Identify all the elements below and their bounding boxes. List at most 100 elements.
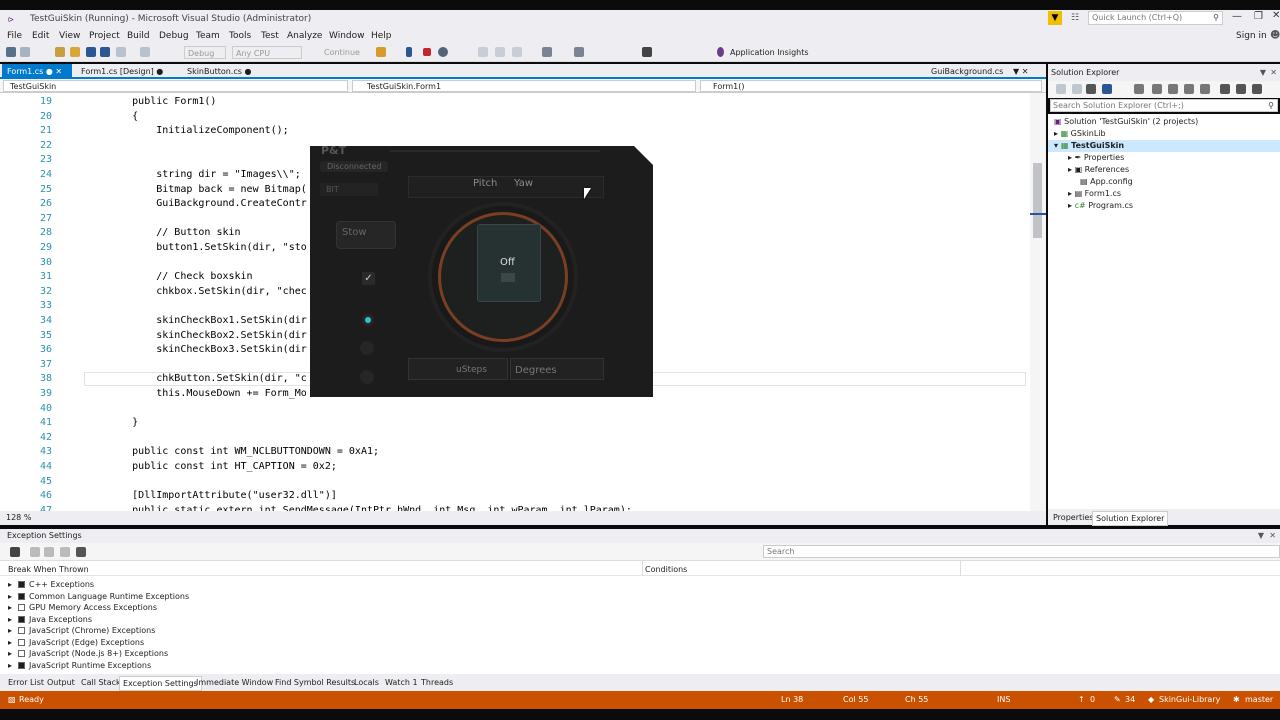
code-line[interactable]: public const int WM_NCLBUTTONDOWN = 0xA1… [84, 446, 379, 457]
project-dropdown[interactable]: TestGuiSkin [3, 80, 348, 92]
application-insights-button[interactable]: Application Insights [730, 46, 809, 59]
code-line[interactable]: InitializeComponent(); [84, 125, 288, 136]
exception-checkbox[interactable] [18, 638, 26, 646]
minimize-button[interactable]: — [1232, 11, 1242, 22]
tab-exception-settings[interactable]: Exception Settings [119, 676, 202, 691]
code-line[interactable]: skinCheckBox2.SetSkin(dir [84, 330, 307, 341]
tab-output[interactable]: Output [44, 676, 78, 689]
tab-threads[interactable]: Threads [418, 676, 456, 689]
code-line[interactable]: string dir = "Images\\"; [84, 169, 301, 180]
config-dropdown[interactable]: Debug [184, 46, 226, 59]
exception-checkbox[interactable] [18, 661, 26, 669]
expand-icon[interactable]: ▸ [8, 638, 12, 647]
code-line[interactable]: GuiBackground.CreateContr [84, 198, 307, 209]
tree-item-gskinlib[interactable]: ▸ ▦ GSkinLib [1054, 128, 1106, 140]
restore-button[interactable]: ❐ [1254, 11, 1263, 22]
menu-edit[interactable]: Edit [32, 31, 49, 41]
target-icon[interactable] [376, 47, 386, 57]
expand-icon[interactable]: ▸ [8, 603, 12, 612]
exception-checkbox[interactable] [18, 581, 26, 588]
continue-button[interactable]: Continue [314, 46, 360, 59]
menu-file[interactable]: File [7, 31, 22, 41]
degrees-button[interactable]: Degrees [510, 358, 604, 380]
solution-search-input[interactable]: Search Solution Explorer (Ctrl+;) ⚲ [1050, 99, 1278, 112]
step-over-icon[interactable] [495, 47, 505, 57]
back-icon[interactable] [6, 47, 16, 57]
check-mark-icon[interactable]: ✓ [362, 272, 375, 285]
quick-launch-input[interactable]: Quick Launch (Ctrl+Q) ⚲ [1088, 11, 1223, 25]
radio-on-indicator[interactable] [362, 314, 374, 326]
tools-icon[interactable] [542, 47, 552, 57]
up-arrow-icon[interactable]: ↑ [1078, 691, 1085, 709]
exception-checkbox[interactable] [18, 604, 26, 611]
code-line[interactable]: public const int HT_CAPTION = 0x2; [84, 461, 337, 472]
step-out-icon[interactable] [512, 47, 522, 57]
tree-item-solution[interactable]: ▣ Solution 'TestGuiSkin' (2 projects) [1054, 116, 1198, 128]
open-icon[interactable] [70, 47, 80, 57]
scroll-thumb[interactable] [1033, 163, 1042, 238]
stow-button[interactable]: Stow [336, 221, 396, 249]
code-line[interactable]: chkbox.SetSkin(dir, "chec [84, 286, 307, 297]
menu-analyze[interactable]: Analyze [287, 31, 322, 41]
tab-locals[interactable]: Locals [351, 676, 382, 689]
restart-icon[interactable] [438, 47, 448, 57]
code-line[interactable]: [DllImportAttribute("user32.dll")] [84, 490, 337, 501]
collapse-all-icon[interactable] [1184, 84, 1194, 94]
menu-project[interactable]: Project [89, 31, 120, 41]
code-line[interactable]: // Button skin [84, 227, 240, 238]
tree-item-app-config[interactable]: ▤ App.config [1080, 176, 1133, 188]
back-icon[interactable] [1056, 84, 1066, 94]
wrench-icon[interactable] [1252, 84, 1262, 94]
refresh-icon[interactable] [1168, 84, 1178, 94]
tree-item-properties[interactable]: ▸ ✒ Properties [1068, 152, 1124, 164]
skinned-form-window[interactable]: P&T Disconnected BIT Stow Pitch Yaw ✓ Of… [310, 146, 653, 397]
code-line[interactable]: skinCheckBox1.SetSkin(dir [84, 315, 307, 326]
code-line[interactable]: skinCheckBox3.SetSkin(dir [84, 344, 307, 355]
exception-row[interactable]: ▸ JavaScript (Node.js 8+) Exceptions [8, 648, 168, 659]
radio-off-indicator[interactable] [360, 370, 374, 384]
add-icon[interactable] [30, 547, 40, 557]
pin-icon[interactable]: ▼ [1258, 529, 1264, 543]
exception-row[interactable]: ▸ Common Language Runtime Exceptions [8, 591, 189, 602]
code-line[interactable]: this.MouseDown += Form_Mo [84, 388, 307, 399]
sync-icon[interactable] [1152, 84, 1162, 94]
filter-icon[interactable]: ▼ [1048, 11, 1062, 25]
code-line[interactable]: chkButton.SetSkin(dir, "c [84, 373, 307, 384]
pending-changes-icon[interactable] [1134, 84, 1144, 94]
exception-search-input[interactable]: Search [763, 545, 1280, 558]
new-project-icon[interactable] [55, 47, 65, 57]
member-dropdown[interactable]: Form1() [700, 80, 1042, 92]
comment-icon[interactable] [574, 47, 584, 57]
exception-row[interactable]: ▸ GPU Memory Access Exceptions [8, 602, 157, 613]
exception-checkbox[interactable] [18, 592, 26, 600]
tab-form1-design[interactable]: Form1.cs [Design] ● [76, 64, 176, 79]
tree-item-program-cs[interactable]: ▸ c# Program.cs [1068, 200, 1133, 212]
code-line[interactable]: } [84, 417, 138, 428]
menu-team[interactable]: Team [196, 31, 220, 41]
exception-row[interactable]: ▸ JavaScript (Chrome) Exceptions [8, 625, 155, 636]
remove-icon[interactable] [44, 547, 54, 557]
redo-icon[interactable] [140, 47, 150, 57]
exception-row[interactable]: ▸ C++ Exceptions [8, 579, 94, 590]
pause-icon[interactable] [406, 47, 412, 57]
filter-icon[interactable] [10, 547, 20, 557]
zoom-level[interactable]: 128 % [6, 513, 31, 522]
tab-error-list[interactable]: Error List [5, 676, 47, 689]
close-button[interactable]: ✕ [1272, 10, 1280, 21]
menu-build[interactable]: Build [127, 31, 150, 41]
code-view-icon[interactable] [1220, 84, 1230, 94]
menu-test[interactable]: Test [261, 31, 279, 41]
sign-in-link[interactable]: Sign in [1236, 31, 1267, 41]
panel-close-icon[interactable]: ✕ [1270, 64, 1277, 81]
tab-find-symbol-results[interactable]: Find Symbol Results [272, 676, 358, 689]
restore-defaults-icon[interactable] [76, 547, 86, 557]
status-changes[interactable]: 34 [1125, 691, 1135, 709]
expand-icon[interactable]: ▸ [8, 661, 12, 670]
edit-condition-icon[interactable] [60, 547, 70, 557]
tree-item-testguiskin[interactable]: ▾ ▦ TestGuiSkin [1054, 140, 1124, 152]
expand-icon[interactable]: ▸ [8, 580, 12, 589]
usteps-button[interactable]: uSteps [408, 358, 508, 380]
status-repo[interactable]: SkinGui-Library [1159, 691, 1220, 709]
panel-close-icon[interactable]: ✕ [1269, 529, 1276, 543]
bookmark-icon[interactable] [642, 47, 652, 57]
